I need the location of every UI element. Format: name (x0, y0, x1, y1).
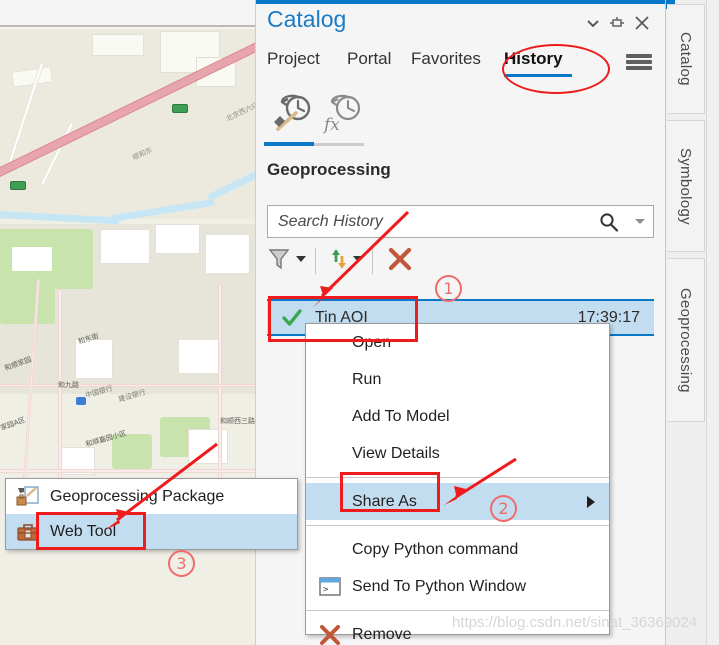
submenu-item-web-tool[interactable]: Web Tool (6, 514, 297, 549)
context-menu-item-share-as[interactable]: Share As (306, 483, 609, 520)
map-road (0, 384, 255, 387)
submenu-item-geoprocessing-package[interactable]: Geoprocessing Package (6, 479, 297, 514)
green-check-icon (281, 307, 303, 329)
context-menu-label: View Details (352, 445, 440, 463)
context-menu-label: Copy Python command (352, 541, 518, 559)
toolbar-separator (372, 248, 373, 274)
context-menu-separator (306, 610, 609, 611)
vertical-tab-catalog[interactable]: Catalog (667, 4, 705, 114)
context-menu-label: Share As (352, 493, 417, 511)
search-input[interactable] (278, 211, 598, 233)
context-menu-item-remove[interactable]: Remove (306, 616, 609, 645)
python-window-icon: > (318, 575, 342, 599)
panel-hamburger-menu-icon[interactable] (626, 52, 652, 72)
panel-titlebar: Catalog (256, 4, 666, 41)
map-road (218, 284, 222, 479)
context-menu-label: Run (352, 371, 381, 389)
map-label: 和顺西三路 (220, 417, 230, 425)
map-park (0, 279, 55, 324)
map-building (178, 339, 223, 374)
map-toolbar (0, 0, 255, 27)
context-menu-item-run[interactable]: Run (306, 361, 609, 398)
context-menu-item-add-to-model[interactable]: Add To Model (306, 398, 609, 435)
context-menu-item-send-to-python-window[interactable]: > Send To Python Window (306, 568, 609, 605)
context-menu-separator (306, 477, 609, 478)
vertical-tab-symbology[interactable]: Symbology (667, 120, 705, 252)
tab-history[interactable]: History (504, 49, 563, 69)
filter-caret-down-icon[interactable] (296, 256, 306, 262)
search-options-chevron-down-icon[interactable] (635, 219, 645, 224)
context-menu: Open Run Add To Model View Details Share… (305, 323, 610, 635)
search-history-box[interactable] (267, 205, 654, 238)
history-icon-inactive-bar (314, 143, 364, 146)
filter-button[interactable] (267, 246, 291, 277)
sort-button[interactable] (329, 246, 349, 277)
context-menu-label: Remove (352, 626, 412, 644)
map-building (205, 234, 250, 274)
map-road (0, 469, 255, 473)
context-menu-separator (306, 525, 609, 526)
map-label: 家园A区 (0, 415, 27, 433)
context-menu-item-view-details[interactable]: View Details (306, 435, 609, 472)
panel-title: Catalog (267, 6, 346, 33)
panel-pin-icon[interactable] (608, 14, 626, 32)
map-canvas[interactable]: 和东街 和九路 和顺东一路 和顺西三路 和顺家园 家园A区 和顺嘉园小区 顺和东… (0, 29, 255, 645)
panel-dropdown-icon[interactable] (584, 14, 602, 32)
tab-portal[interactable]: Portal (347, 49, 391, 69)
geoprocessing-history-icon[interactable] (270, 92, 318, 136)
svg-text:fx: fx (322, 115, 340, 135)
vertical-tab-strip: Catalog Symbology Geoprocessing (665, 0, 719, 645)
sort-caret-down-icon[interactable] (353, 256, 363, 262)
vertical-scrollbar[interactable] (706, 0, 719, 645)
map-building (155, 224, 200, 254)
svg-text:>: > (323, 585, 329, 595)
history-toolbar (267, 246, 654, 280)
map-label: 和九路 (58, 381, 70, 389)
map-building (188, 429, 228, 464)
vertical-tab-label: Catalog (677, 32, 694, 86)
map-building (100, 229, 150, 264)
submenu-label: Geoprocessing Package (50, 488, 224, 506)
clear-history-button[interactable] (387, 246, 413, 277)
vertical-tab-label: Geoprocessing (677, 288, 694, 393)
search-icon[interactable] (599, 212, 619, 232)
tab-favorites[interactable]: Favorites (411, 49, 481, 69)
context-menu-label: Open (352, 334, 391, 352)
red-x-icon (318, 623, 342, 645)
submenu-arrow-icon (587, 496, 595, 508)
toolbox-icon (15, 520, 41, 544)
geoprocessing-package-icon (15, 485, 41, 509)
map-highway-shield (10, 181, 26, 190)
map-highway-shield (172, 104, 188, 113)
tab-active-underline (504, 74, 572, 77)
vertical-tab-geoprocessing[interactable]: Geoprocessing (667, 258, 705, 422)
section-title-geoprocessing: Geoprocessing (267, 160, 391, 180)
map-building (92, 34, 144, 56)
context-menu-item-open[interactable]: Open (306, 324, 609, 361)
map-poi-marker (76, 397, 86, 405)
context-menu-label: Send To Python Window (352, 578, 526, 596)
history-type-icons: fx (264, 92, 564, 146)
map-building (12, 247, 52, 271)
context-menu-item-copy-python-command[interactable]: Copy Python command (306, 531, 609, 568)
history-icon-active-bar (264, 142, 314, 146)
panel-tabstrip: Project Portal Favorites History (256, 45, 666, 83)
panel-close-icon[interactable] (633, 14, 651, 32)
function-history-icon[interactable]: fx (320, 92, 368, 136)
share-as-submenu: Geoprocessing Package Web Tool (5, 478, 298, 550)
submenu-label: Web Tool (50, 523, 116, 541)
context-menu-label: Add To Model (352, 408, 450, 426)
toolbar-separator (315, 248, 316, 274)
vertical-tab-label: Symbology (677, 148, 694, 225)
tab-project[interactable]: Project (267, 49, 320, 69)
